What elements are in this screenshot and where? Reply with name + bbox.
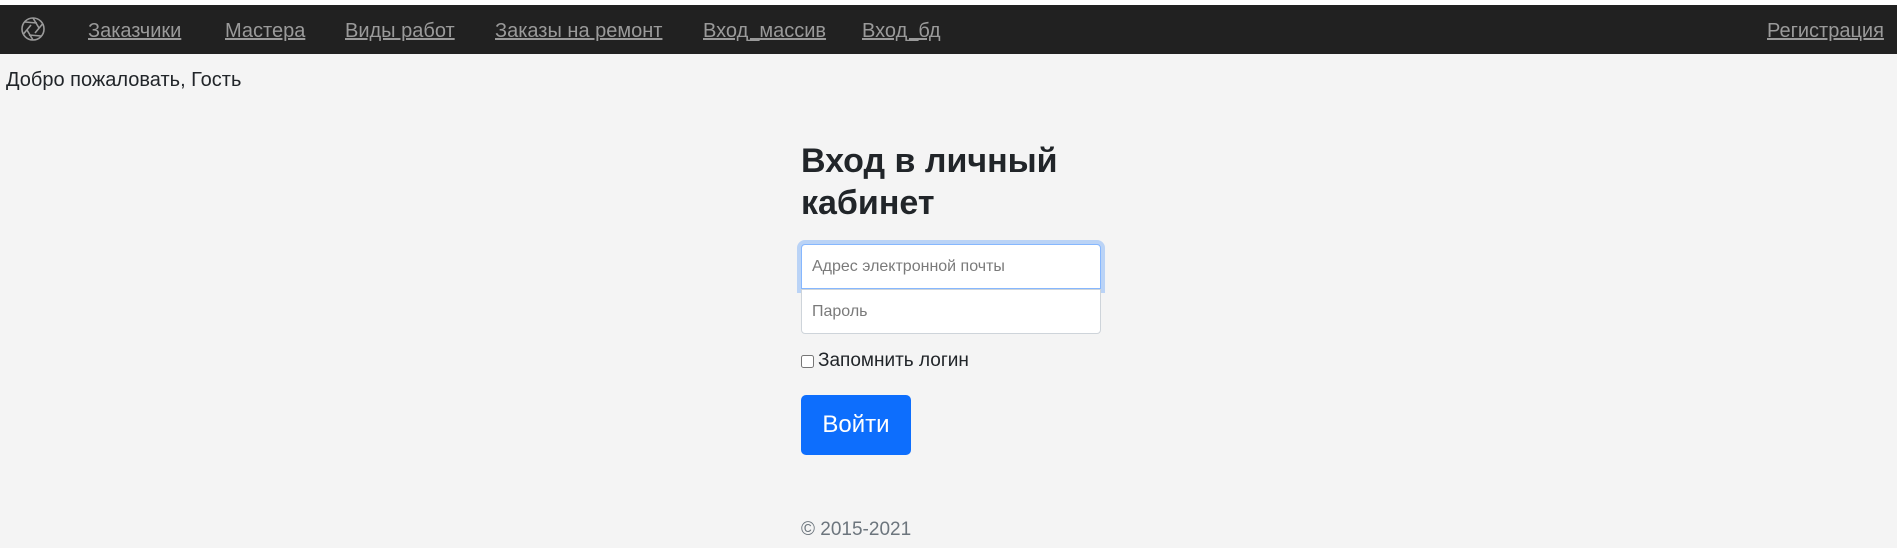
login-button[interactable]: Войти bbox=[801, 395, 911, 455]
nav-link-login-db[interactable]: Вход_бд bbox=[862, 20, 941, 43]
nav-link-repair-orders[interactable]: Заказы на ремонт bbox=[495, 20, 662, 43]
nav-link-masters[interactable]: Мастера bbox=[225, 20, 305, 43]
copyright-text: © 2015-2021 bbox=[801, 519, 912, 540]
remember-checkbox[interactable] bbox=[801, 354, 814, 368]
nav-link-register[interactable]: Регистрация bbox=[1767, 20, 1884, 43]
top-navbar: Заказчики Мастера Виды работ Заказы на р… bbox=[0, 5, 1897, 54]
remember-label: Запомнить логин bbox=[818, 350, 969, 371]
aperture-icon[interactable] bbox=[20, 16, 46, 42]
login-title: Вход в личный кабинет bbox=[801, 142, 1058, 222]
nav-link-login-array[interactable]: Вход_массив bbox=[703, 20, 826, 43]
email-field[interactable] bbox=[801, 244, 1101, 289]
nav-link-work-types[interactable]: Виды работ bbox=[345, 20, 455, 43]
nav-link-customers[interactable]: Заказчики bbox=[88, 20, 181, 43]
password-field[interactable] bbox=[801, 289, 1101, 334]
remember-login[interactable]: Запомнить логин bbox=[801, 350, 969, 372]
login-form: Вход в личный кабинет Запомнить логин Во… bbox=[801, 140, 1101, 540]
welcome-text: Добро пожаловать, Гость bbox=[6, 69, 242, 91]
